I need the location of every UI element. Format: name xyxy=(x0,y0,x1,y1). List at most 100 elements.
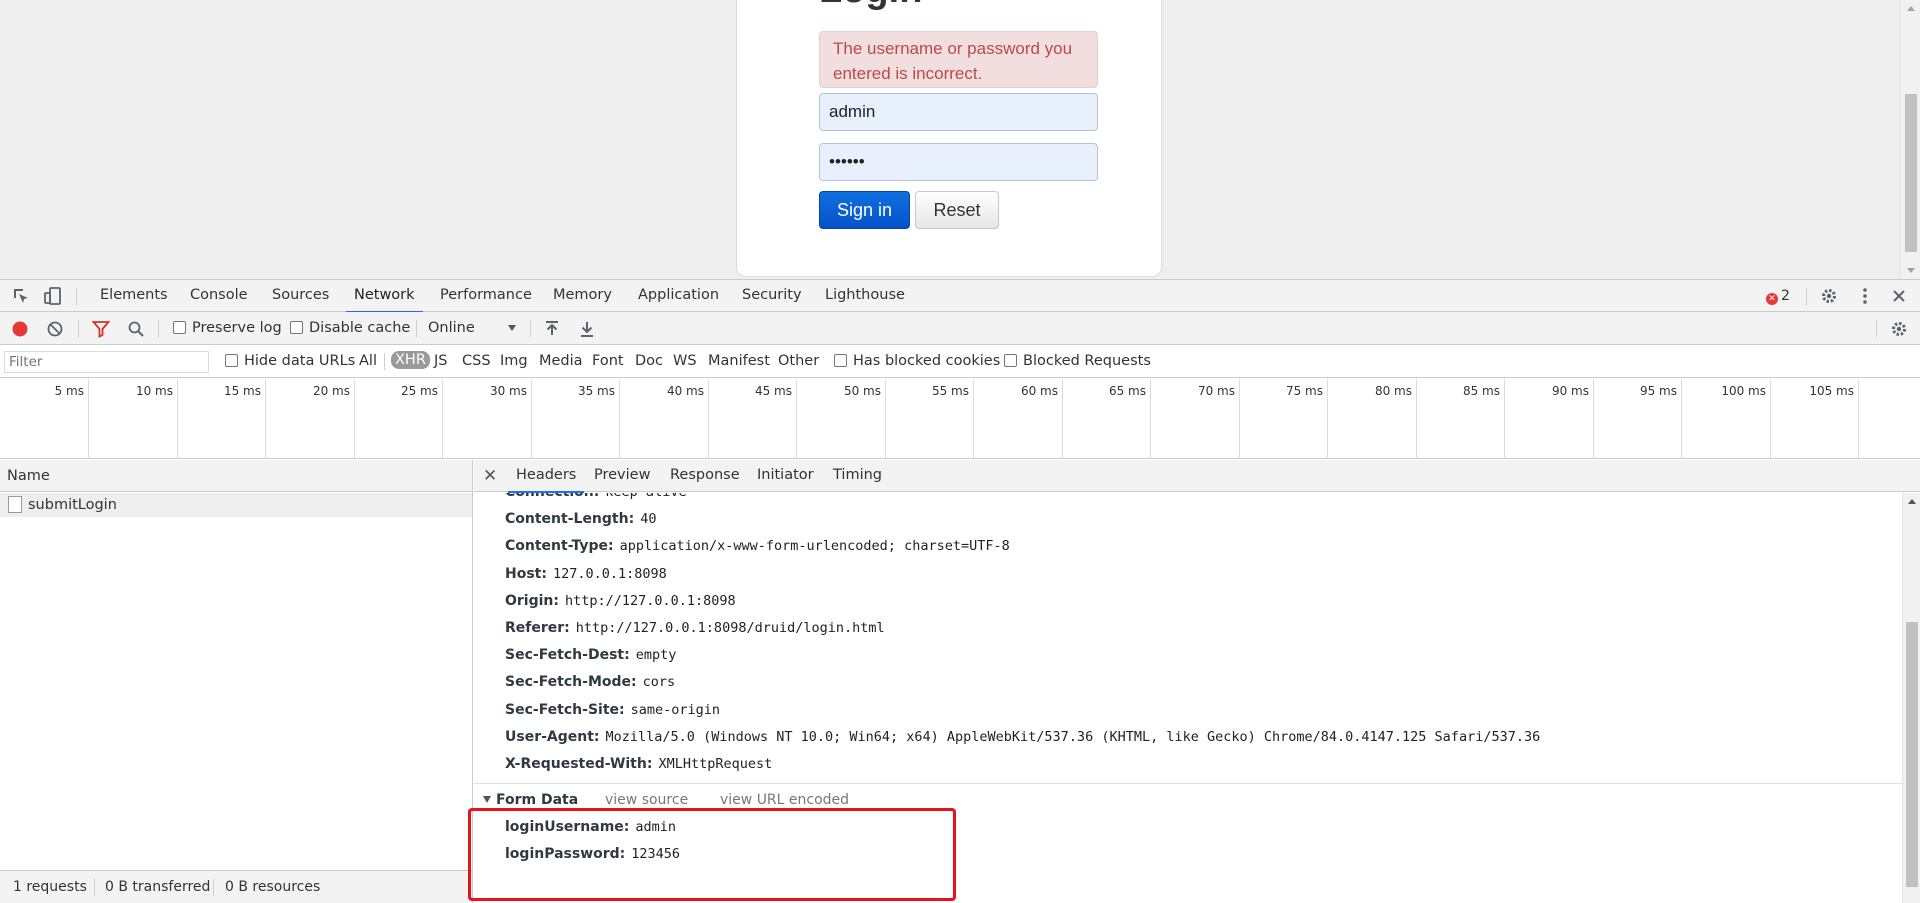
login-title: Login xyxy=(819,0,922,12)
type-filter-ws[interactable]: WS xyxy=(673,353,697,369)
form-field-value: admin xyxy=(635,819,677,835)
scroll-up-icon[interactable] xyxy=(1908,499,1916,504)
record-icon[interactable] xyxy=(11,320,29,338)
search-icon[interactable] xyxy=(127,320,145,338)
header-value: application/x-www-form-urlencoded; chars… xyxy=(619,538,1010,555)
network-timeline-overview[interactable]: 5 ms 10 ms 15 ms 20 ms 25 ms 30 ms 35 ms 40 ms 4… xyxy=(0,379,1920,459)
section-divider xyxy=(474,783,1902,784)
request-header-row: Content-Type: application/x-www-form-urle… xyxy=(505,538,1010,554)
view-url-encoded-link[interactable]: view URL encoded xyxy=(720,792,849,808)
tab-application[interactable]: Application xyxy=(638,280,719,312)
toolbar-divider xyxy=(416,320,417,337)
type-filter-media[interactable]: Media xyxy=(539,353,583,369)
tab-security[interactable]: Security xyxy=(742,280,802,312)
error-count-badge[interactable]: ✕ 2 xyxy=(1766,288,1790,305)
timeline-gridline xyxy=(442,379,443,458)
type-filter-img[interactable]: Img xyxy=(500,353,528,369)
header-name: Sec-Fetch-Site: xyxy=(505,701,625,718)
settings-gear-icon[interactable] xyxy=(1820,287,1838,305)
error-alert: The username or password you entered is … xyxy=(819,31,1098,88)
name-column-header[interactable]: Name xyxy=(0,460,472,492)
timeline-tick-label: 40 ms xyxy=(666,384,704,398)
signin-button[interactable]: Sign in xyxy=(819,191,910,229)
status-divider xyxy=(94,879,95,896)
detail-tabbar: ✕ Headers Preview Response Initiator Tim… xyxy=(474,460,1920,493)
network-settings-gear-icon[interactable] xyxy=(1890,320,1908,338)
timeline-tick-label: 35 ms xyxy=(577,384,615,398)
tab-sources[interactable]: Sources xyxy=(272,280,329,312)
type-filter-js[interactable]: JS xyxy=(434,353,447,369)
detail-scroll-thumb[interactable] xyxy=(1906,622,1918,887)
error-count: 2 xyxy=(1781,288,1790,304)
checkbox-icon xyxy=(225,354,238,367)
tab-performance[interactable]: Performance xyxy=(440,280,532,312)
device-toolbar-icon[interactable] xyxy=(44,287,62,305)
username-field[interactable] xyxy=(819,93,1098,131)
header-name: Connection: xyxy=(505,493,599,500)
tab-memory[interactable]: Memory xyxy=(553,280,612,312)
timeline-gridline xyxy=(265,379,266,458)
timeline-tick-label: 100 ms xyxy=(1721,384,1766,398)
devtools-panel: Elements Console Sources Network Perform… xyxy=(0,279,1920,903)
type-filter-other[interactable]: Other xyxy=(778,353,819,369)
type-filter-manifest[interactable]: Manifest xyxy=(708,353,770,369)
type-filter-xhr[interactable]: XHR xyxy=(391,351,430,369)
tab-response[interactable]: Response xyxy=(670,460,740,492)
inspect-element-icon[interactable] xyxy=(12,287,30,305)
type-filter-css[interactable]: CSS xyxy=(462,353,491,369)
export-har-icon[interactable] xyxy=(578,320,596,338)
timeline-tick-label: 85 ms xyxy=(1462,384,1500,398)
toolbar-divider xyxy=(158,320,159,337)
has-blocked-cookies-checkbox[interactable]: Has blocked cookies xyxy=(834,353,1000,369)
scroll-down-icon[interactable] xyxy=(1907,268,1915,273)
type-filter-font[interactable]: Font xyxy=(592,353,624,369)
preserve-log-checkbox[interactable]: Preserve log xyxy=(173,320,282,336)
timeline-tick-label: 65 ms xyxy=(1108,384,1146,398)
view-source-link[interactable]: view source xyxy=(605,792,688,808)
type-filter-doc[interactable]: Doc xyxy=(635,353,663,369)
request-row[interactable]: submitLogin xyxy=(0,493,472,517)
timeline-tick-label: 15 ms xyxy=(223,384,261,398)
form-field-username: loginUsername: admin xyxy=(505,819,676,835)
timeline-gridline xyxy=(885,379,886,458)
status-requests: 1 requests xyxy=(13,879,87,895)
login-card: Login The username or password you enter… xyxy=(736,0,1162,277)
form-data-toggle[interactable]: Form Data xyxy=(483,792,578,808)
timeline-gridline xyxy=(708,379,709,458)
timeline-gridline xyxy=(88,379,89,458)
headers-content[interactable]: Connection:keep-aliveContent-Length:40Co… xyxy=(474,493,1902,903)
throttling-select[interactable]: Online xyxy=(428,320,516,336)
tab-headers[interactable]: Headers xyxy=(507,460,585,493)
password-field[interactable] xyxy=(819,143,1098,181)
timeline-tick-label: 5 ms xyxy=(54,384,84,398)
tab-elements[interactable]: Elements xyxy=(100,280,168,312)
blocked-requests-checkbox[interactable]: Blocked Requests xyxy=(1004,353,1151,369)
status-transferred: 0 B transferred xyxy=(105,879,211,895)
reset-button[interactable]: Reset xyxy=(915,191,999,229)
header-name: Origin: xyxy=(505,592,559,609)
tab-lighthouse[interactable]: Lighthouse xyxy=(825,280,905,312)
tab-preview[interactable]: Preview xyxy=(594,460,650,492)
page-scrollbar[interactable] xyxy=(1900,0,1920,279)
scroll-up-icon[interactable] xyxy=(1907,6,1915,11)
tab-console[interactable]: Console xyxy=(190,280,248,312)
tab-timing[interactable]: Timing xyxy=(833,460,882,492)
filter-icon[interactable] xyxy=(92,320,110,338)
form-field-name: loginPassword: xyxy=(505,846,626,862)
tab-initiator[interactable]: Initiator xyxy=(757,460,814,492)
type-filter-all[interactable]: All xyxy=(359,353,377,369)
hide-data-urls-checkbox[interactable]: Hide data URLs xyxy=(225,353,355,369)
filter-input[interactable] xyxy=(4,351,209,373)
close-icon[interactable] xyxy=(1890,287,1908,305)
more-options-icon[interactable] xyxy=(1856,287,1874,305)
detail-scrollbar[interactable] xyxy=(1902,493,1920,903)
clear-icon[interactable] xyxy=(46,320,64,338)
disable-cache-checkbox[interactable]: Disable cache xyxy=(290,320,410,336)
timeline-gridline xyxy=(1858,379,1859,458)
blocked-requests-label: Blocked Requests xyxy=(1023,353,1151,369)
timeline-tick-label: 50 ms xyxy=(843,384,881,398)
import-har-icon[interactable] xyxy=(543,320,561,338)
page-scroll-thumb[interactable] xyxy=(1905,94,1917,252)
tab-network[interactable]: Network xyxy=(346,280,423,313)
close-icon[interactable]: ✕ xyxy=(483,466,497,486)
